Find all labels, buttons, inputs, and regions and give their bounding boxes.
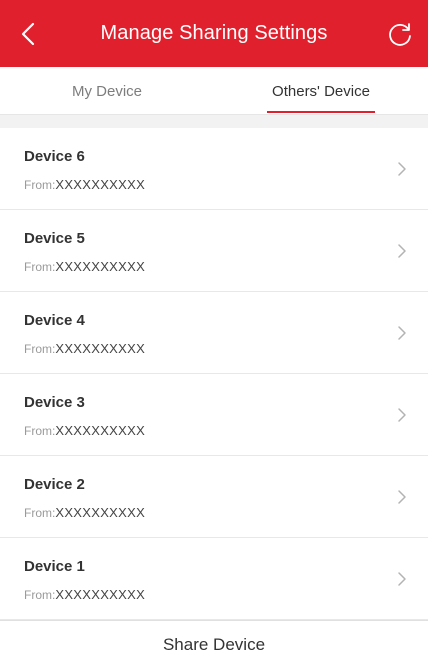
tab-my-device[interactable]: My Device	[0, 67, 214, 115]
from-value: XXXXXXXXXX	[55, 587, 146, 602]
chevron-right-icon	[398, 408, 406, 422]
device-name: Device 2	[24, 476, 85, 493]
refresh-button[interactable]	[384, 18, 416, 50]
device-name: Device 6	[24, 148, 85, 165]
chevron-right-icon	[398, 326, 406, 340]
tab-label: Others' Device	[272, 82, 370, 100]
device-name: Device 4	[24, 312, 85, 329]
device-from: From:XXXXXXXXXX	[24, 259, 145, 274]
tab-bar: My Device Others' Device	[0, 67, 428, 115]
share-device-button[interactable]: Share Device	[0, 620, 428, 668]
chevron-right-icon	[398, 572, 406, 586]
device-name: Device 5	[24, 230, 85, 247]
from-value: XXXXXXXXXX	[55, 259, 146, 274]
chevron-left-icon	[21, 22, 35, 46]
device-row[interactable]: Device 6 From:XXXXXXXXXX	[0, 128, 428, 210]
from-value: XXXXXXXXXX	[55, 341, 146, 356]
chevron-right-icon	[398, 244, 406, 258]
from-label: From:	[24, 424, 56, 438]
chevron-right-icon	[398, 162, 406, 176]
device-from: From:XXXXXXXXXX	[24, 341, 145, 356]
from-label: From:	[24, 506, 56, 520]
device-from: From:XXXXXXXXXX	[24, 177, 145, 192]
device-row[interactable]: Device 5 From:XXXXXXXXXX	[0, 210, 428, 292]
from-value: XXXXXXXXXX	[55, 505, 146, 520]
tab-others-device[interactable]: Others' Device	[214, 67, 428, 115]
device-list: Device 6 From:XXXXXXXXXX Device 5 From:X…	[0, 128, 428, 620]
from-label: From:	[24, 260, 56, 274]
page-title: Manage Sharing Settings	[100, 22, 328, 44]
back-button[interactable]	[12, 18, 44, 50]
device-name: Device 1	[24, 558, 85, 575]
device-from: From:XXXXXXXXXX	[24, 505, 145, 520]
from-label: From:	[24, 178, 56, 192]
device-row[interactable]: Device 3 From:XXXXXXXXXX	[0, 374, 428, 456]
device-from: From:XXXXXXXXXX	[24, 587, 145, 602]
from-label: From:	[24, 588, 56, 602]
device-row[interactable]: Device 2 From:XXXXXXXXXX	[0, 456, 428, 538]
refresh-icon	[389, 23, 411, 46]
section-divider	[0, 115, 428, 128]
app-header: Manage Sharing Settings	[0, 0, 428, 67]
tab-label: My Device	[71, 82, 142, 100]
device-from: From:XXXXXXXXXX	[24, 423, 145, 438]
chevron-right-icon	[398, 490, 406, 504]
device-name: Device 3	[24, 394, 85, 411]
from-value: XXXXXXXXXX	[55, 423, 146, 438]
active-tab-indicator	[267, 111, 375, 113]
device-row[interactable]: Device 4 From:XXXXXXXXXX	[0, 292, 428, 374]
from-label: From:	[24, 342, 56, 356]
from-value: XXXXXXXXXX	[55, 177, 146, 192]
device-row[interactable]: Device 1 From:XXXXXXXXXX	[0, 538, 428, 620]
